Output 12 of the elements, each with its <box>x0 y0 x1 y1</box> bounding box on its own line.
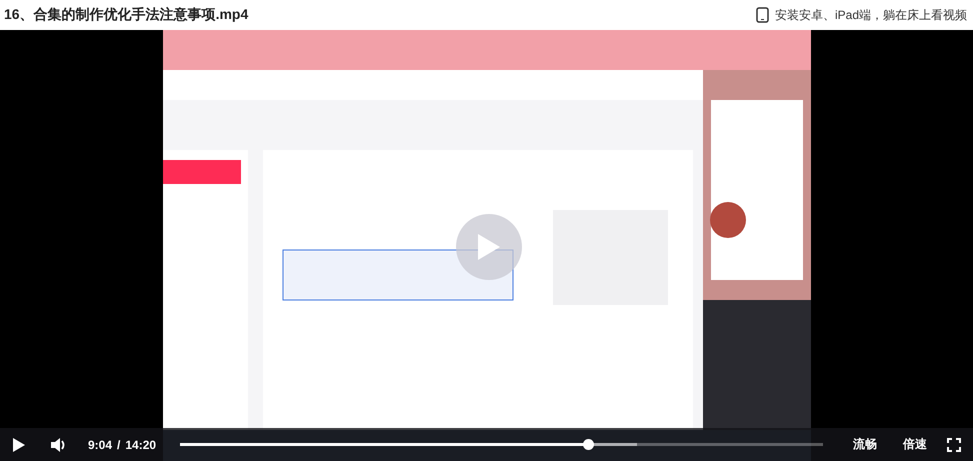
time-separator: / <box>117 438 120 452</box>
speed-button[interactable]: 倍速 <box>897 436 933 453</box>
duration: 14:20 <box>125 438 156 452</box>
current-time: 9:04 <box>88 438 112 452</box>
play-icon[interactable] <box>12 436 26 452</box>
quality-button[interactable]: 流畅 <box>847 436 883 453</box>
progress-thumb[interactable] <box>582 439 594 450</box>
fullscreen-icon[interactable] <box>947 438 961 452</box>
tablet-icon <box>756 7 769 23</box>
video-title: 16、合集的制作优化手法注意事项.mp4 <box>4 6 248 24</box>
app-download-link[interactable]: 安装安卓、iPad端，躺在床上看视频 <box>756 6 967 24</box>
play-icon <box>476 232 502 262</box>
